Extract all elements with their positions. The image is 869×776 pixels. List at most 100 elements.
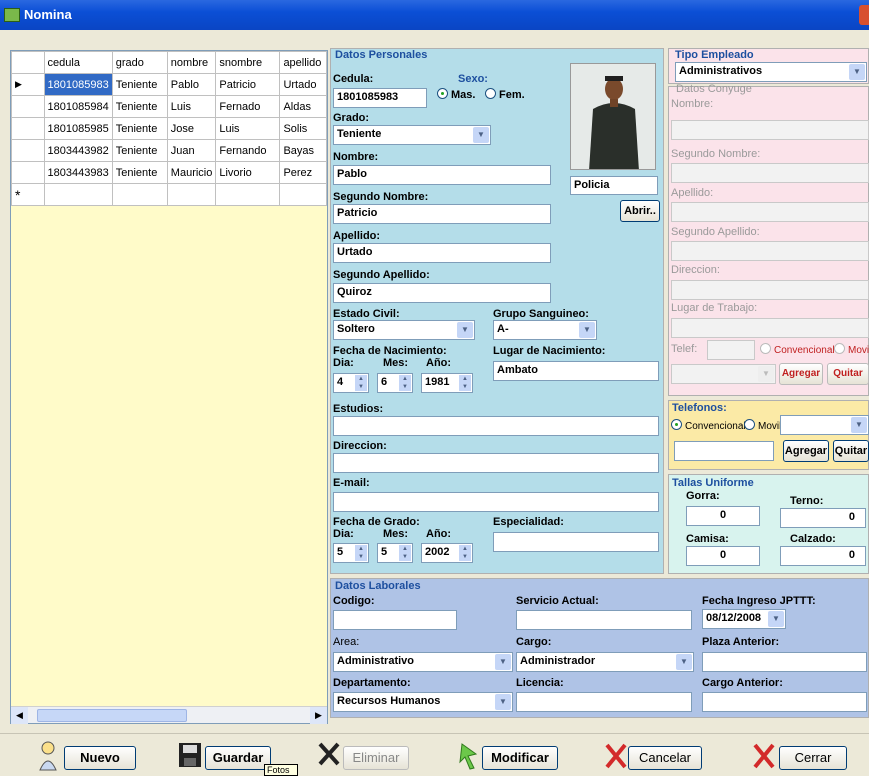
cell[interactable]: 1803443983 bbox=[43, 161, 113, 184]
fgrado-dia-stepper[interactable]: 5 ▲ ▼ bbox=[333, 543, 369, 563]
chevron-down-icon[interactable]: ▼ bbox=[495, 654, 511, 670]
cell[interactable]: Fernado bbox=[215, 95, 281, 118]
col-header-grado[interactable]: grado bbox=[111, 51, 168, 74]
conyuge-snombre-input[interactable] bbox=[671, 163, 869, 183]
fnac-mes-stepper[interactable]: 6 ▲ ▼ bbox=[377, 373, 413, 393]
conyuge-agregar-button[interactable]: Agregar bbox=[779, 363, 823, 385]
new-row-marker[interactable]: * bbox=[11, 183, 45, 206]
spin-arrows-icon[interactable]: ▲ ▼ bbox=[355, 375, 367, 391]
nuevo-button[interactable]: Nuevo bbox=[64, 746, 136, 770]
cell[interactable]: Perez bbox=[279, 161, 327, 184]
chevron-down-icon[interactable]: ▼ bbox=[676, 654, 692, 670]
especialidad-input[interactable] bbox=[493, 532, 659, 552]
chevron-down-icon[interactable]: ▼ bbox=[495, 694, 511, 710]
spin-arrows-icon[interactable]: ▲ ▼ bbox=[355, 545, 367, 561]
scroll-left-icon[interactable]: ◀ bbox=[11, 707, 28, 724]
cell[interactable]: Teniente bbox=[111, 73, 168, 96]
snombre-input[interactable]: Patricio bbox=[333, 204, 551, 224]
cell[interactable]: 1801085985 bbox=[43, 117, 113, 140]
apellido-input[interactable]: Urtado bbox=[333, 243, 551, 263]
conyuge-telefono-select[interactable]: ▼ bbox=[671, 364, 776, 384]
col-header-apellido[interactable]: apellido bbox=[279, 51, 327, 74]
terno-input[interactable]: 0 bbox=[780, 508, 866, 528]
telefono-movil-radio[interactable]: Movil bbox=[744, 419, 781, 432]
cell[interactable]: 1803443982 bbox=[43, 139, 113, 162]
conyuge-nombre-input[interactable] bbox=[671, 120, 869, 140]
cell[interactable]: Urtado bbox=[279, 73, 327, 96]
spin-arrows-icon[interactable]: ▲ ▼ bbox=[459, 545, 471, 561]
cedula-input[interactable]: 1801085983 bbox=[333, 88, 427, 108]
col-header-snombre[interactable]: snombre bbox=[215, 51, 281, 74]
row-selector[interactable]: ▶ bbox=[11, 73, 45, 96]
cerrar-button[interactable]: Cerrar bbox=[779, 746, 847, 770]
col-header-cedula[interactable]: cedula bbox=[43, 51, 113, 74]
conyuge-sapellido-input[interactable] bbox=[671, 241, 869, 261]
cell[interactable]: Juan bbox=[166, 139, 217, 162]
conyuge-apellido-input[interactable] bbox=[671, 202, 869, 222]
cell[interactable]: Jose bbox=[166, 117, 217, 140]
row-selector[interactable] bbox=[11, 95, 45, 118]
scroll-thumb[interactable] bbox=[37, 709, 187, 722]
cell[interactable]: Livorio bbox=[215, 161, 281, 184]
cell[interactable]: Teniente bbox=[111, 95, 168, 118]
codigo-input[interactable] bbox=[333, 610, 457, 630]
cell[interactable] bbox=[111, 183, 168, 206]
cell[interactable]: Bayas bbox=[279, 139, 327, 162]
chevron-down-icon[interactable]: ▼ bbox=[768, 611, 784, 627]
table-row[interactable]: 1803443983 Teniente Mauricio Livorio Per… bbox=[11, 161, 327, 184]
cell[interactable]: Pablo bbox=[166, 73, 217, 96]
cell[interactable]: Teniente bbox=[111, 139, 168, 162]
guardar-button[interactable]: Guardar bbox=[205, 746, 271, 770]
cell[interactable]: Patricio bbox=[215, 73, 281, 96]
fnac-anio-stepper[interactable]: 1981 ▲ ▼ bbox=[421, 373, 473, 393]
cell[interactable] bbox=[279, 183, 327, 206]
calzado-input[interactable]: 0 bbox=[780, 546, 866, 566]
chevron-down-icon[interactable]: ▼ bbox=[849, 64, 865, 80]
table-row[interactable]: 1801085984 Teniente Luis Fernado Aldas bbox=[11, 95, 327, 118]
scroll-right-icon[interactable]: ▶ bbox=[310, 707, 327, 724]
conyuge-telef-input[interactable] bbox=[707, 340, 755, 360]
sexo-fem-radio[interactable]: Fem. bbox=[485, 88, 525, 101]
telefono-input[interactable] bbox=[674, 441, 774, 461]
conyuge-movil-radio[interactable]: Movil bbox=[834, 343, 869, 356]
chevron-down-icon[interactable]: ▼ bbox=[851, 417, 867, 433]
cell[interactable]: Solis bbox=[279, 117, 327, 140]
row-selector[interactable] bbox=[11, 161, 45, 184]
grupo-sanguineo-select[interactable]: A- ▼ bbox=[493, 320, 597, 340]
table-row[interactable]: ▶ 1801085983 Teniente Pablo Patricio Urt… bbox=[11, 73, 327, 96]
conyuge-trabajo-input[interactable] bbox=[671, 318, 869, 338]
estudios-input[interactable] bbox=[333, 416, 659, 436]
area-select[interactable]: Administrativo ▼ bbox=[333, 652, 513, 672]
cell[interactable]: 1801085983 bbox=[43, 73, 113, 96]
cell[interactable]: Fernando bbox=[215, 139, 281, 162]
conyuge-direccion-input[interactable] bbox=[671, 280, 869, 300]
col-header-nombre[interactable]: nombre bbox=[166, 51, 217, 74]
cell[interactable]: Luis bbox=[166, 95, 217, 118]
row-selector[interactable] bbox=[11, 117, 45, 140]
servicio-actual-input[interactable] bbox=[516, 610, 692, 630]
plaza-anterior-input[interactable] bbox=[702, 652, 867, 672]
employee-grid[interactable]: cedula grado nombre snombre apellido ▶ 1… bbox=[10, 50, 328, 724]
spin-arrows-icon[interactable]: ▲ ▼ bbox=[399, 545, 411, 561]
tipo-empleado-select[interactable]: Administrativos ▼ bbox=[675, 62, 867, 82]
chevron-down-icon[interactable]: ▼ bbox=[473, 127, 489, 143]
cargo-select[interactable]: Administrador ▼ bbox=[516, 652, 694, 672]
cell[interactable] bbox=[166, 183, 217, 206]
cell[interactable]: Aldas bbox=[279, 95, 327, 118]
cell[interactable]: Mauricio bbox=[166, 161, 217, 184]
close-window-button[interactable] bbox=[859, 5, 869, 25]
eliminar-button[interactable]: Eliminar bbox=[343, 746, 409, 770]
spin-arrows-icon[interactable]: ▲ ▼ bbox=[459, 375, 471, 391]
spin-arrows-icon[interactable]: ▲ ▼ bbox=[399, 375, 411, 391]
telefono-tipo-select[interactable]: ▼ bbox=[780, 415, 869, 435]
modificar-button[interactable]: Modificar bbox=[482, 746, 558, 770]
new-row[interactable]: * bbox=[11, 183, 327, 206]
gorra-input[interactable]: 0 bbox=[686, 506, 760, 526]
chevron-down-icon[interactable]: ▼ bbox=[758, 366, 774, 382]
fnac-dia-stepper[interactable]: 4 ▲ ▼ bbox=[333, 373, 369, 393]
estado-civil-select[interactable]: Soltero ▼ bbox=[333, 320, 475, 340]
fecha-ingreso-picker[interactable]: 08/12/2008 ▼ bbox=[702, 609, 786, 629]
telefono-agregar-button[interactable]: Agregar bbox=[783, 440, 829, 462]
cell[interactable]: Teniente bbox=[111, 161, 168, 184]
row-selector[interactable] bbox=[11, 139, 45, 162]
